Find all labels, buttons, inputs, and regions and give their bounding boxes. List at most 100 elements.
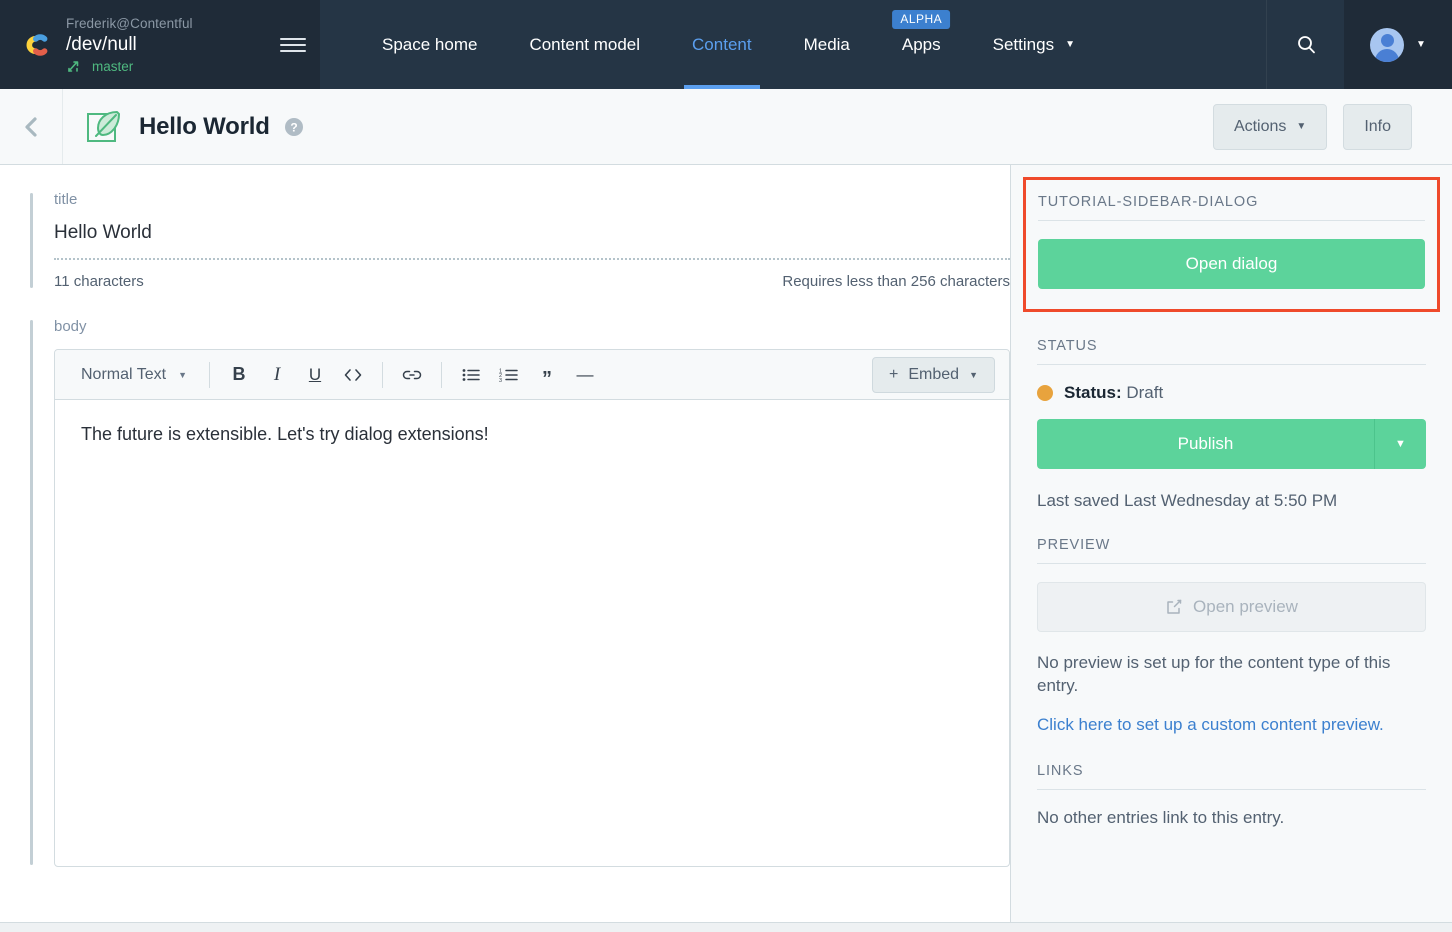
publish-button[interactable]: Publish — [1037, 419, 1374, 469]
nav-item-content-model[interactable]: Content model — [503, 0, 666, 89]
validation-hint: Requires less than 256 characters — [782, 273, 1010, 290]
sidebar-section-preview: PREVIEW Open preview No preview is set u… — [1037, 511, 1426, 737]
field-body: body Normal Text ▼ B I U 1 2 3 ” — + Emb… — [30, 318, 1010, 867]
text-style-select[interactable]: Normal Text ▼ — [69, 358, 199, 392]
nav-label: Media — [803, 34, 850, 54]
nav-item-apps[interactable]: ALPHA Apps — [876, 0, 967, 89]
status-text: Status: Draft — [1064, 383, 1163, 403]
plus-icon: + — [889, 365, 899, 383]
entry-sidebar: TUTORIAL-SIDEBAR-DIALOG Open dialog STAT… — [1010, 165, 1452, 922]
link-button[interactable] — [393, 358, 431, 392]
numbered-list-button[interactable]: 1 2 3 — [490, 358, 528, 392]
space-name: /dev/null — [66, 33, 137, 55]
nav-item-settings[interactable]: Settings ▼ — [967, 0, 1101, 89]
nav-label: Space home — [382, 34, 478, 54]
field-label: title — [54, 191, 78, 208]
rich-text-toolbar: Normal Text ▼ B I U 1 2 3 ” — + Embed ▼ — [55, 350, 1009, 400]
help-circle-icon[interactable]: ? — [284, 117, 304, 137]
publish-dropdown-button[interactable]: ▼ — [1374, 419, 1426, 469]
rich-text-content[interactable]: The future is extensible. Let's try dial… — [55, 400, 1009, 866]
sidebar-section-tutorial-dialog: TUTORIAL-SIDEBAR-DIALOG Open dialog — [1023, 177, 1440, 312]
actions-button[interactable]: Actions ▼ — [1212, 103, 1328, 150]
char-count: 11 characters — [54, 273, 144, 290]
footer-bar — [0, 922, 1452, 932]
embed-button[interactable]: + Embed ▼ — [872, 356, 995, 393]
entry-header: Hello World ? Actions ▼ Info — [0, 89, 1452, 165]
chevron-left-icon — [25, 116, 37, 137]
section-heading: LINKS — [1037, 763, 1426, 790]
search-icon — [1297, 35, 1315, 53]
info-button[interactable]: Info — [1343, 103, 1412, 150]
status-dot-icon — [1037, 385, 1053, 401]
section-heading: TUTORIAL-SIDEBAR-DIALOG — [1038, 194, 1425, 221]
field-label: body — [54, 318, 87, 335]
status-badge: Status: Draft — [1037, 383, 1426, 403]
italic-button[interactable]: I — [258, 358, 296, 392]
chevron-down-icon: ▼ — [1296, 121, 1307, 132]
alpha-badge: ALPHA — [892, 10, 951, 29]
nav-label: Content model — [529, 34, 641, 54]
account-menu[interactable]: ▼ — [1344, 0, 1452, 89]
actions-label: Actions — [1233, 117, 1287, 135]
sidebar-section-status: STATUS Status: Draft Publish ▼ Last save… — [1037, 312, 1426, 511]
status-label: Status: — [1064, 383, 1122, 402]
link-icon — [402, 370, 422, 379]
status-value: Draft — [1126, 383, 1164, 402]
back-button[interactable] — [0, 89, 63, 164]
page-title: Hello World — [139, 112, 270, 140]
code-icon — [344, 368, 362, 381]
nav-item-media[interactable]: Media — [778, 0, 876, 89]
chevron-down-icon: ▼ — [1065, 38, 1075, 50]
external-link-icon — [1167, 599, 1182, 614]
underline-button[interactable]: U — [296, 358, 334, 392]
numbered-list-icon: 1 2 3 — [499, 368, 518, 383]
toolbar-divider — [381, 361, 383, 388]
open-preview-button[interactable]: Open preview — [1037, 582, 1426, 632]
entry-title-group: Hello World ? — [63, 106, 1213, 148]
nav-label: Content — [692, 34, 752, 54]
toolbar-divider — [208, 361, 210, 388]
sidebar-section-links: LINKS No other entries link to this entr… — [1037, 737, 1426, 828]
nav-label: Settings — [992, 34, 1055, 54]
chevron-down-icon: ▼ — [1416, 39, 1426, 50]
space-selector[interactable]: Frederik@Contentful /dev/null master — [0, 0, 320, 89]
organization-name: Frederik@Contentful — [66, 15, 193, 31]
chevron-down-icon: ▼ — [178, 369, 187, 380]
contentful-entry-editor: Frederik@Contentful /dev/null master Spa… — [0, 0, 1452, 932]
rich-text-editor: Normal Text ▼ B I U 1 2 3 ” — + Embed ▼ … — [54, 349, 1010, 867]
top-navigation-bar: Frederik@Contentful /dev/null master Spa… — [0, 0, 1452, 89]
avatar — [1370, 27, 1405, 62]
chevron-down-icon: ▼ — [969, 369, 978, 380]
open-preview-label: Open preview — [1193, 597, 1298, 616]
main-nav-links: Space home Content model Content Media A… — [320, 0, 1266, 89]
embed-label: Embed — [908, 365, 960, 383]
nav-label: Apps — [901, 34, 941, 54]
bold-button[interactable]: B — [220, 358, 258, 392]
open-dialog-button[interactable]: Open dialog — [1038, 239, 1425, 289]
field-title: title Hello World 11 characters Requires… — [30, 191, 1010, 290]
environment-branch-icon — [68, 61, 79, 72]
setup-preview-link[interactable]: Click here to set up a custom content pr… — [1037, 715, 1384, 734]
code-button[interactable] — [334, 358, 372, 392]
section-heading: PREVIEW — [1037, 537, 1426, 564]
preview-note: No preview is set up for the content typ… — [1037, 653, 1391, 695]
contentful-logo-icon — [18, 29, 62, 61]
environment-name: master — [92, 58, 134, 74]
bulleted-list-button[interactable] — [452, 358, 490, 392]
info-label: Info — [1364, 117, 1391, 135]
links-note: No other entries link to this entry. — [1037, 807, 1285, 827]
horizontal-rule-button[interactable]: — — [566, 358, 604, 392]
field-meta: 11 characters Requires less than 256 cha… — [54, 260, 1010, 290]
entry-editor-fields: title Hello World 11 characters Requires… — [0, 165, 1010, 922]
entry-header-actions: Actions ▼ Info — [1212, 103, 1452, 150]
hamburger-icon[interactable] — [280, 37, 306, 52]
nav-item-content[interactable]: Content — [666, 0, 778, 89]
bulleted-list-icon — [462, 368, 480, 381]
svg-text:?: ? — [290, 120, 297, 134]
section-heading: STATUS — [1037, 338, 1426, 365]
search-button[interactable] — [1266, 0, 1344, 89]
quote-button[interactable]: ” — [528, 358, 566, 392]
title-input[interactable]: Hello World — [54, 222, 1010, 258]
nav-item-space-home[interactable]: Space home — [356, 0, 503, 89]
last-saved-text: Last saved Last Wednesday at 5:50 PM — [1037, 491, 1338, 510]
